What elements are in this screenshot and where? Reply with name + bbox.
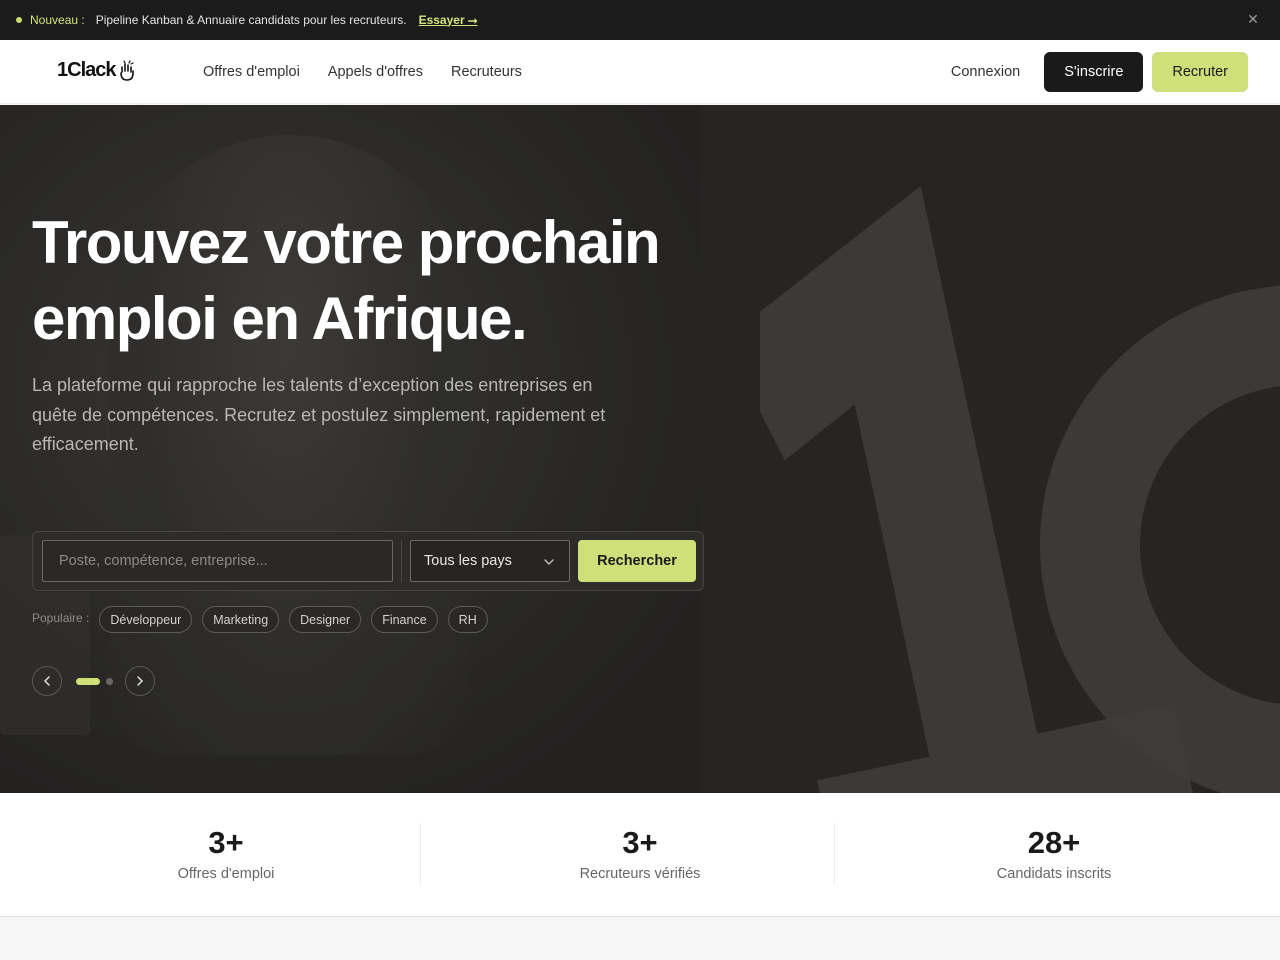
hero-title-line1: Trouvez votre prochain: [32, 209, 661, 276]
hero-section: Trouvez votre prochain emploi en Afrique…: [0, 105, 1280, 793]
hero-title-line2: emploi en Afrique.: [32, 285, 528, 352]
popular-label: Populaire :: [32, 610, 90, 625]
country-select[interactable]: Tous les pays: [410, 540, 570, 582]
logo-hand-icon: [119, 59, 134, 81]
chevron-down-icon: [544, 559, 554, 565]
stat-registered-candidates: 28+ Candidats inscrits: [847, 823, 1261, 882]
announcement-tag: Nouveau :: [30, 13, 85, 27]
nav-actions: Connexion S'inscrire Recruter: [951, 52, 1248, 92]
chevron-left-icon: [43, 676, 50, 686]
signup-button[interactable]: S'inscrire: [1044, 52, 1144, 92]
stat-label: Offres d'emploi: [177, 866, 275, 882]
popular-tag-finance[interactable]: Finance: [371, 606, 438, 633]
popular-tag-designer[interactable]: Designer: [289, 606, 362, 633]
carousel-prev-button[interactable]: [32, 666, 62, 696]
country-select-value: Tous les pays: [424, 553, 512, 569]
popular-tag-rh[interactable]: RH: [447, 606, 488, 633]
nav-link-offres-emploi[interactable]: Offres d'emploi: [203, 64, 300, 80]
search-button[interactable]: Rechercher: [578, 540, 696, 582]
popular-tag-developpeur[interactable]: Développeur: [99, 606, 193, 633]
popular-tag-marketing[interactable]: Marketing: [202, 606, 280, 633]
stat-value: 3+: [208, 825, 244, 860]
announcement-bar: Nouveau : Pipeline Kanban & Annuaire can…: [0, 0, 1280, 40]
carousel-dots: [76, 677, 113, 685]
chevron-right-icon: [137, 676, 144, 686]
stat-job-offers: 3+ Offres d'emploi: [19, 823, 433, 882]
recruit-button[interactable]: Recruter: [1152, 52, 1248, 92]
announcement-message: Pipeline Kanban & Annuaire candidats pou…: [95, 13, 407, 27]
stat-value: 3+: [622, 825, 658, 860]
job-search-form: Tous les pays Rechercher: [32, 531, 704, 591]
popular-searches: Populaire : Développeur Marketing Design…: [32, 606, 498, 633]
nav-links: Offres d'emploi Appels d'offres Recruteu…: [203, 40, 522, 104]
search-divider: [401, 540, 402, 582]
stat-label: Recruteurs vérifiés: [579, 866, 701, 882]
main-navbar: 1Clack Offres d'emploi Appels d'offres R…: [0, 40, 1280, 104]
hero-subtitle: La plateforme qui rapproche les talents …: [32, 375, 606, 454]
hero-brand-watermark: [760, 185, 1280, 793]
carousel-next-button[interactable]: [125, 666, 155, 696]
hero-carousel-controls: [32, 666, 155, 696]
stat-divider: [834, 823, 835, 885]
stat-divider: [420, 823, 421, 885]
logo-text: 1Clack: [57, 59, 116, 81]
announcement-try-link[interactable]: Essayer ⭢: [419, 13, 478, 28]
stat-value: 28+: [1027, 825, 1081, 860]
logo[interactable]: 1Clack: [57, 59, 136, 82]
login-button[interactable]: Connexion: [951, 64, 1020, 80]
close-icon[interactable]: ✕: [1246, 12, 1260, 26]
carousel-dot-2[interactable]: [106, 677, 113, 685]
stat-label: Candidats inscrits: [996, 866, 1112, 882]
nav-link-appels-offres[interactable]: Appels d'offres: [328, 64, 423, 80]
stat-verified-recruiters: 3+ Recruteurs vérifiés: [433, 823, 847, 882]
nav-link-recruteurs[interactable]: Recruteurs: [451, 64, 522, 80]
stats-section: 3+ Offres d'emploi 3+ Recruteurs vérifié…: [0, 793, 1280, 917]
hero-title: Trouvez votre prochain emploi en Afrique…: [32, 205, 752, 357]
search-input[interactable]: [42, 540, 393, 582]
announcement-dot-icon: [16, 17, 22, 23]
carousel-dot-1[interactable]: [76, 677, 100, 685]
